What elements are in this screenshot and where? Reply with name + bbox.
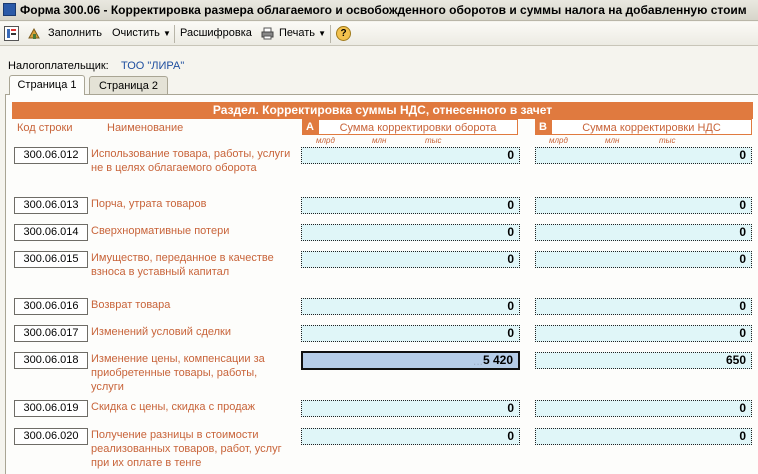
- amount-a-input[interactable]: 0: [301, 428, 520, 445]
- amount-a-input[interactable]: 0: [301, 251, 520, 268]
- amount-a-input[interactable]: 0: [301, 224, 520, 241]
- amount-a-value: 5 420: [482, 353, 513, 367]
- column-a-letter: А: [302, 119, 318, 135]
- row-code: 300.06.018: [14, 352, 88, 369]
- amount-b-input[interactable]: 0: [535, 251, 752, 268]
- field-hint: ...: [473, 354, 484, 368]
- form-icon: [3, 3, 16, 16]
- row-code: 300.06.014: [14, 224, 88, 241]
- amount-b-input[interactable]: 0: [535, 400, 752, 417]
- row-name: Изменений условий сделки: [91, 326, 232, 338]
- amount-a-input[interactable]: 0: [301, 400, 520, 417]
- row-name: Использование товара, работы, услуги не …: [91, 148, 291, 174]
- fill-button[interactable]: Заполнить: [48, 25, 102, 42]
- amount-a-input[interactable]: 0: [301, 298, 520, 315]
- amount-a-input[interactable]: 0: [301, 325, 520, 342]
- fill-icon[interactable]: [27, 26, 42, 41]
- taxpayer-value[interactable]: ТОО "ЛИРА": [121, 60, 184, 72]
- window-title: Форма 300.06 - Корректировка размера обл…: [20, 3, 747, 17]
- print-label: Печать: [279, 27, 316, 39]
- column-b-letter: В: [535, 119, 551, 135]
- amount-b-input[interactable]: 0: [535, 147, 752, 164]
- unit-label: тыс: [425, 136, 442, 145]
- chevron-down-icon: ▼: [162, 29, 171, 38]
- unit-label: млн: [605, 136, 620, 145]
- amount-a-input[interactable]: 0: [301, 147, 520, 164]
- row-code: 300.06.015: [14, 251, 88, 268]
- tab-page-1[interactable]: Страница 1: [9, 75, 85, 95]
- row-code: 300.06.019: [14, 400, 88, 417]
- row-code: 300.06.020: [14, 428, 88, 445]
- unit-label: млн: [372, 136, 387, 145]
- title-bar: Форма 300.06 - Корректировка размера обл…: [0, 0, 758, 21]
- column-header-name: Наименование: [107, 122, 184, 134]
- clear-button[interactable]: Очистить ▼: [112, 25, 171, 42]
- section-title: Раздел. Корректировка суммы НДС, отнесен…: [12, 102, 753, 119]
- row-code: 300.06.012: [14, 147, 88, 164]
- unit-label: млрд: [549, 136, 568, 145]
- tab-page-2[interactable]: Страница 2: [89, 76, 168, 94]
- help-button[interactable]: ?: [336, 26, 351, 41]
- row-name: Порча, утрата товаров: [91, 198, 207, 210]
- column-header-code: Код строки: [17, 122, 73, 134]
- clear-label: Очистить: [112, 27, 160, 39]
- row-name: Возврат товара: [91, 299, 171, 311]
- row-name: Сверхнормативные потери: [91, 225, 230, 237]
- toolbar: Заполнить Очистить ▼ Расшифровка Печать …: [0, 22, 758, 46]
- decode-button[interactable]: Расшифровка: [180, 25, 252, 42]
- form-view-icon[interactable]: [4, 26, 19, 41]
- amount-b-input[interactable]: 0: [535, 197, 752, 214]
- column-header-a: Сумма корректировки оборота: [318, 119, 518, 135]
- amount-b-input[interactable]: 0: [535, 224, 752, 241]
- row-code: 300.06.013: [14, 197, 88, 214]
- unit-label: млрд: [316, 136, 335, 145]
- row-name: Имущество, переданное в качестве взноса …: [91, 252, 274, 278]
- taxpayer-label: Налогоплательщик:: [8, 60, 109, 72]
- amount-a-input[interactable]: 0: [301, 197, 520, 214]
- amount-b-input[interactable]: 0: [535, 428, 752, 445]
- print-button[interactable]: Печать ▼: [279, 25, 326, 42]
- toolbar-separator: [330, 25, 331, 43]
- chevron-down-icon: ▼: [318, 29, 327, 38]
- column-header-b: Сумма корректировки НДС: [551, 119, 752, 135]
- toolbar-separator: [174, 25, 175, 43]
- amount-b-input[interactable]: 0: [535, 298, 752, 315]
- amount-b-input[interactable]: 0: [535, 325, 752, 342]
- row-name: Скидка с цены, скидка с продаж: [91, 401, 255, 413]
- amount-b-input[interactable]: 650: [535, 352, 752, 369]
- unit-label: тыс: [659, 136, 676, 145]
- row-name: Изменение цены, компенсации за приобрете…: [91, 353, 265, 393]
- amount-a-input-selected[interactable]: ... 5 420: [301, 351, 520, 370]
- row-code: 300.06.017: [14, 325, 88, 342]
- row-name: Получение разницы в стоимости реализован…: [91, 429, 282, 469]
- printer-icon: [260, 26, 275, 41]
- row-code: 300.06.016: [14, 298, 88, 315]
